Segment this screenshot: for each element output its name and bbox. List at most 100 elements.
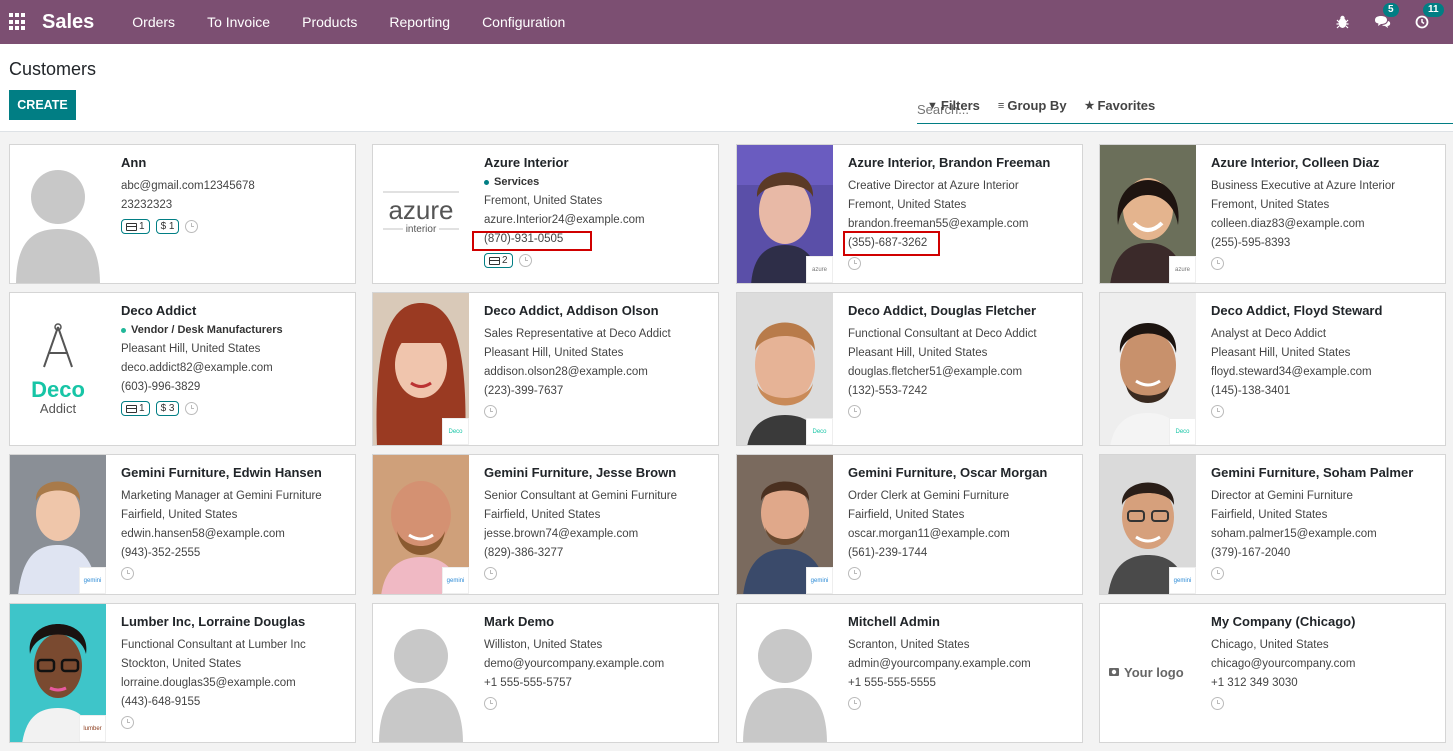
- customer-card[interactable]: azure Azure Interior, Colleen Diaz Busin…: [1099, 144, 1446, 284]
- customer-email: deco.addict82@example.com: [121, 362, 273, 374]
- menu-to-invoice[interactable]: To Invoice: [191, 14, 286, 30]
- activity-clock-icon[interactable]: [1211, 405, 1224, 418]
- filters-label: Filters: [940, 98, 980, 113]
- customer-card[interactable]: Your logo My Company (Chicago) Chicago, …: [1099, 603, 1446, 743]
- customer-card[interactable]: Ann abc@gmail.com12345678 23232323 1 $ 1: [9, 144, 356, 284]
- customer-card[interactable]: azure Azure Interior, Brandon Freeman Cr…: [736, 144, 1083, 284]
- company-logo: azure interior: [373, 145, 469, 283]
- customer-phone: (443)-648-9155: [121, 696, 201, 708]
- company-mini-logo: Deco: [806, 418, 833, 445]
- activity-clock-icon[interactable]: [518, 254, 532, 267]
- customer-card[interactable]: gemini Gemini Furniture, Oscar Morgan Or…: [736, 454, 1083, 595]
- customer-name: Azure Interior, Colleen Diaz: [1211, 155, 1380, 170]
- customer-card[interactable]: azure interior Azure Interior Services Fr…: [372, 144, 719, 284]
- company-mini-logo: gemini: [806, 567, 833, 594]
- customer-name: Gemini Furniture, Edwin Hansen: [121, 465, 322, 480]
- top-navbar: Sales Orders To Invoice Products Reporti…: [0, 0, 1453, 44]
- customer-phone: (943)-352-2555: [121, 547, 201, 559]
- favorites-label: Favorites: [1097, 98, 1156, 113]
- contact-photo: Deco: [737, 293, 833, 445]
- activity-clock-icon[interactable]: [484, 405, 497, 418]
- customer-phone: (132)-553-7242: [848, 385, 928, 397]
- messages-chat-icon[interactable]: 5: [1373, 3, 1399, 31]
- contact-photo: Deco: [1100, 293, 1196, 445]
- customer-card[interactable]: gemini Gemini Furniture, Soham Palmer Di…: [1099, 454, 1446, 595]
- apps-menu-icon[interactable]: [9, 13, 27, 31]
- menu-products[interactable]: Products: [286, 14, 373, 30]
- customer-location: Pleasant Hill, United States: [1211, 347, 1351, 359]
- sales-badge[interactable]: $ 3: [155, 401, 180, 416]
- customer-name: Lumber Inc, Lorraine Douglas: [121, 614, 306, 629]
- customer-email: soham.palmer15@example.com: [1211, 528, 1377, 540]
- customer-card[interactable]: Deco Deco Addict, Addison Olson Sales Re…: [372, 292, 719, 446]
- activity-clock-icon[interactable]: [484, 697, 497, 710]
- menu-reporting[interactable]: Reporting: [373, 14, 466, 30]
- customer-name: Ann: [121, 155, 147, 170]
- filters-button[interactable]: ▼ Filters: [927, 98, 980, 113]
- sales-badge[interactable]: $ 1: [155, 219, 180, 234]
- activity-clock-icon[interactable]: [1211, 257, 1224, 270]
- contact-photo: lumber: [10, 604, 106, 742]
- activity-clock-icon[interactable]: [484, 567, 497, 580]
- customer-card[interactable]: gemini Gemini Furniture, Jesse Brown Sen…: [372, 454, 719, 595]
- customer-name: Azure Interior, Brandon Freeman: [848, 155, 1051, 170]
- company-mini-logo: gemini: [442, 567, 469, 594]
- customer-phone: +1 312 349 3030: [1211, 677, 1298, 689]
- meetings-badge[interactable]: 1: [121, 219, 150, 234]
- svg-text:Addict: Addict: [40, 401, 77, 416]
- menu-configuration[interactable]: Configuration: [466, 14, 581, 30]
- customer-name: Deco Addict, Douglas Fletcher: [848, 303, 1037, 318]
- systray: 5 11: [1333, 0, 1453, 44]
- customer-card[interactable]: Deco Addict Deco Addict Vendor / Desk Man…: [9, 292, 356, 446]
- contact-photo: gemini: [737, 455, 833, 594]
- activity-clock-icon[interactable]: [848, 405, 861, 418]
- customer-card[interactable]: Deco Deco Addict, Douglas Fletcher Funct…: [736, 292, 1083, 446]
- groupby-label: Group By: [1007, 98, 1067, 113]
- company-logo: Deco Addict: [10, 293, 106, 445]
- activity-clock-icon[interactable]: [848, 697, 861, 710]
- customer-function: Sales Representative at Deco Addict: [484, 328, 671, 340]
- customer-email: abc@gmail.com12345678: [121, 180, 255, 192]
- customer-card[interactable]: Mark Demo Williston, United States demo@…: [372, 603, 719, 743]
- customer-location: Fremont, United States: [484, 195, 603, 207]
- favorites-button[interactable]: ★ Favorites: [1085, 98, 1156, 113]
- activity-clock-icon[interactable]: [848, 257, 861, 270]
- customer-name: Mark Demo: [484, 614, 555, 629]
- svg-text:azure: azure: [388, 195, 453, 225]
- activity-clock-icon[interactable]: [121, 716, 134, 729]
- meetings-badge[interactable]: 2: [484, 253, 513, 268]
- activity-clock-icon[interactable]: [1211, 567, 1224, 580]
- customer-email: oscar.morgan11@example.com: [848, 528, 1010, 540]
- customer-card[interactable]: Mitchell Admin Scranton, United States a…: [736, 603, 1083, 743]
- company-logo: Your logo: [1100, 604, 1196, 742]
- debug-bug-icon[interactable]: [1333, 13, 1351, 31]
- customer-card[interactable]: Deco Deco Addict, Floyd Steward Analyst …: [1099, 292, 1446, 446]
- menu-orders[interactable]: Orders: [116, 14, 191, 30]
- activities-count-badge: 11: [1423, 3, 1444, 17]
- activity-clock-icon[interactable]: [185, 220, 199, 233]
- customer-phone: (223)-399-7637: [484, 385, 564, 397]
- customer-email: admin@yourcompany.example.com: [848, 658, 1031, 670]
- card-icon: [126, 404, 137, 413]
- control-panel: Customers CREATE ▼ Filters ≡ Group By ★ …: [0, 44, 1453, 132]
- app-brand[interactable]: Sales: [42, 11, 94, 34]
- highlight-box: [843, 231, 940, 256]
- customer-email: colleen.diaz83@example.com: [1211, 218, 1365, 230]
- card-icon: [489, 256, 500, 265]
- groupby-button[interactable]: ≡ Group By: [998, 98, 1067, 113]
- activity-clock-icon[interactable]: [185, 402, 199, 415]
- customer-phone: (603)-996-3829: [121, 381, 201, 393]
- customer-function: Analyst at Deco Addict: [1211, 328, 1327, 340]
- activity-clock-icon[interactable]: [1211, 697, 1224, 710]
- activity-clock-icon[interactable]: [848, 567, 861, 580]
- customer-card[interactable]: lumber Lumber Inc, Lorraine Douglas Func…: [9, 603, 356, 743]
- highlight-box: [472, 231, 592, 251]
- activity-clock-icon[interactable]: [121, 567, 134, 580]
- meetings-badge[interactable]: 1: [121, 401, 150, 416]
- customer-email: azure.Interior24@example.com: [484, 214, 645, 226]
- contact-photo: Deco: [373, 293, 469, 445]
- contact-photo: gemini: [373, 455, 469, 594]
- activities-clock-icon[interactable]: 11: [1413, 3, 1444, 31]
- customer-card[interactable]: gemini Gemini Furniture, Edwin Hansen Ma…: [9, 454, 356, 595]
- create-button[interactable]: CREATE: [9, 90, 76, 120]
